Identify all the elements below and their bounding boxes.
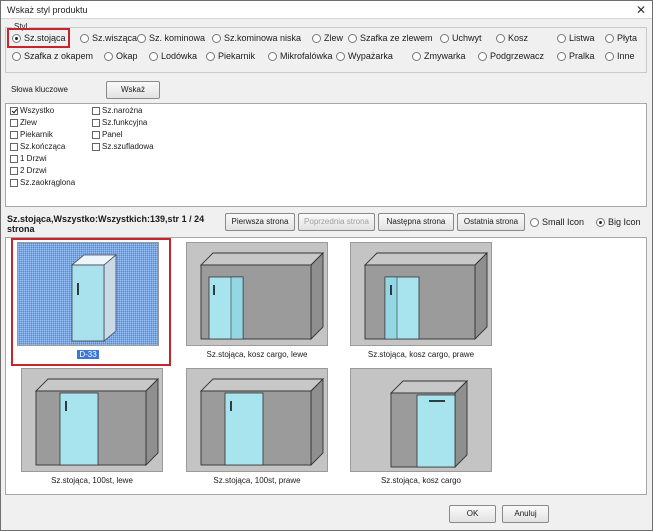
radio-style-listwa[interactable]: Listwa [557, 33, 595, 43]
previous-page-button[interactable]: Poprzednia strona [298, 213, 375, 231]
radio-style-okap[interactable]: Okap [104, 51, 138, 61]
ok-button[interactable]: OK [449, 505, 496, 523]
keyword-zlew-checkbox[interactable]: Zlew [10, 118, 37, 127]
radio-style-zlew[interactable]: Zlew [312, 33, 343, 43]
radio-style-lodowka[interactable]: Lodówka [149, 51, 197, 61]
product-thumbnail [186, 242, 328, 346]
corner-cabinet-100-left-icon [34, 377, 160, 467]
keyword-piekarnik-checkbox[interactable]: Piekarnik [10, 130, 53, 139]
product-thumbnail [21, 368, 163, 472]
product-thumbnail [350, 242, 492, 346]
radio-style-podgrzewacz[interactable]: Podgrzewacz [478, 51, 544, 61]
keyword-sz-zaokraglona-checkbox[interactable]: Sz.zaokrąglona [10, 178, 75, 187]
keyword-sz-szufladowa-checkbox[interactable]: Sz.szufladowa [92, 142, 154, 151]
base-cabinet-cargo-icon [389, 379, 469, 469]
radio-style-wypazarka[interactable]: Wypażarka [336, 51, 393, 61]
selected-style-highlight [7, 28, 70, 48]
title-bar: Wskaż styl produktu ✕ [1, 1, 652, 19]
product-tile[interactable]: Sz.stojąca, kosz cargo, prawe [350, 242, 492, 366]
big-icon-radio[interactable]: Big Icon [596, 217, 641, 227]
next-page-button[interactable]: Następna strona [378, 213, 454, 231]
close-icon[interactable]: ✕ [636, 3, 646, 17]
corner-cabinet-cargo-left-icon [199, 251, 325, 341]
small-icon-radio[interactable]: Small Icon [530, 217, 584, 227]
keyword-1-drzwi-checkbox[interactable]: 1 Drzwi [10, 154, 47, 163]
radio-style-uchwyt[interactable]: Uchwyt [440, 33, 482, 43]
keywords-panel: Wszystko Zlew Piekarnik Sz.kończąca 1 Dr… [5, 103, 647, 207]
keyword-2-drzwi-checkbox[interactable]: 2 Drzwi [10, 166, 47, 175]
radio-style-zmywarka[interactable]: Zmywarka [412, 51, 466, 61]
pager-status: Sz.stojąca,Wszystko:Wszystkich:139,str 1… [7, 214, 205, 234]
product-tile[interactable]: Sz.stojąca, 100st, prawe [186, 368, 328, 492]
product-caption: Sz.stojąca, 100st, prawe [213, 476, 301, 485]
corner-cabinet-cargo-right-icon [363, 251, 489, 341]
radio-style-kosz[interactable]: Kosz [496, 33, 528, 43]
keyword-sz-konczaca-checkbox[interactable]: Sz.kończąca [10, 142, 65, 151]
product-tile[interactable]: Sz.stojąca, kosz cargo, lewe [186, 242, 328, 366]
product-caption: Sz.stojąca, kosz cargo, lewe [206, 350, 308, 359]
radio-style-sz-kominowa-niska[interactable]: Sz.kominowa niska [212, 33, 301, 43]
product-thumbnail [186, 368, 328, 472]
radio-style-inne[interactable]: Inne [605, 51, 635, 61]
product-caption: Sz.stojąca, kosz cargo, prawe [367, 350, 475, 359]
radio-style-szafka-ze-zlewem[interactable]: Szafka ze zlewem [348, 33, 433, 43]
radio-style-sz-wiszaca[interactable]: Sz.wisząca [80, 33, 137, 43]
product-caption: Sz.stojąca, 100st, lewe [51, 476, 133, 485]
product-grid: D-33 Sz.stojąca, kosz cargo, lewe Sz.sto… [5, 237, 647, 495]
keyword-panel-checkbox[interactable]: Panel [92, 130, 122, 139]
product-tile[interactable]: Sz.stojąca, 100st, lewe [21, 368, 163, 492]
product-caption: Sz.stojąca, kosz cargo [380, 476, 462, 485]
cancel-button[interactable]: Anuluj [502, 505, 549, 523]
radio-style-piekarnik[interactable]: Piekarnik [206, 51, 255, 61]
radio-style-szafka-z-okapem[interactable]: Szafka z okapem [12, 51, 93, 61]
radio-style-pralka[interactable]: Pralka [557, 51, 595, 61]
product-tile[interactable]: Sz.stojąca, kosz cargo [350, 368, 492, 492]
radio-style-plyta[interactable]: Płyta [605, 33, 637, 43]
product-thumbnail [350, 368, 492, 472]
keyword-wszystko-checkbox[interactable]: Wszystko [10, 106, 54, 115]
show-keywords-button[interactable]: Wskaż [106, 81, 160, 99]
radio-style-mikrofalowka[interactable]: Mikrofalówka [268, 51, 333, 61]
corner-cabinet-100-right-icon [199, 377, 325, 467]
radio-style-sz-kominowa[interactable]: Sz. kominowa [137, 33, 205, 43]
window-title: Wskaż styl produktu [7, 5, 88, 15]
keyword-sz-narozna-checkbox[interactable]: Sz.narożna [92, 106, 142, 115]
keywords-label: Słowa kluczowe [11, 85, 68, 94]
last-page-button[interactable]: Ostatnia strona [457, 213, 525, 231]
selected-item-highlight [11, 238, 171, 366]
first-page-button[interactable]: Pierwsza strona [225, 213, 295, 231]
product-style-dialog: Wskaż styl produktu ✕ Styl Sz.stojąca Sz… [0, 0, 653, 531]
style-group: Styl Sz.stojąca Sz.wisząca Sz. kominowa … [5, 22, 647, 73]
keyword-sz-funkcyjna-checkbox[interactable]: Sz.funkcyjna [92, 118, 147, 127]
